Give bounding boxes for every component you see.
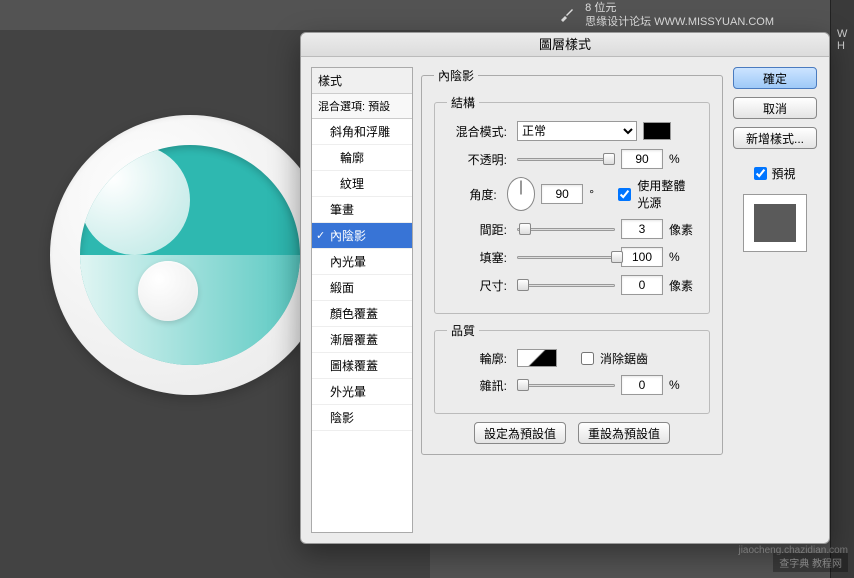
global-light-checkbox[interactable] (618, 188, 631, 201)
style-item-inner-shadow[interactable]: 內陰影 (312, 223, 412, 249)
distance-slider[interactable] (517, 222, 615, 236)
opacity-unit: % (669, 152, 697, 166)
height-label: H (837, 40, 848, 52)
quality-fieldset: 品質 輪廓: 消除鋸齒 雜訊: % (434, 322, 710, 414)
style-item-pattern-overlay[interactable]: 圖樣覆蓋 (312, 353, 412, 379)
angle-input[interactable] (541, 184, 583, 204)
style-item-contour[interactable]: 輪廓 (312, 145, 412, 171)
style-item-stroke[interactable]: 筆畫 (312, 197, 412, 223)
global-light-label: 使用整體光源 (637, 177, 697, 211)
opacity-input[interactable] (621, 149, 663, 169)
dialog-title: 圖層樣式 (301, 33, 829, 57)
contour-label: 輪廓: (447, 350, 507, 367)
style-item-gradient-overlay[interactable]: 漸層覆蓋 (312, 327, 412, 353)
choke-label: 填塞: (447, 249, 507, 266)
style-item-color-overlay[interactable]: 顏色覆蓋 (312, 301, 412, 327)
styles-list: 樣式 混合選項: 預設 斜角和浮雕 輪廓 紋理 筆畫 內陰影 內光暈 緞面 顏色… (311, 67, 413, 533)
style-item-texture[interactable]: 紋理 (312, 171, 412, 197)
structure-legend: 結構 (447, 94, 479, 111)
preview-checkbox[interactable] (754, 167, 767, 180)
size-unit: 像素 (669, 277, 697, 294)
structure-fieldset: 結構 混合模式: 正常 不透明: % 角度: (434, 94, 710, 314)
panel-title: 內陰影 (434, 67, 478, 84)
styles-header[interactable]: 樣式 (312, 68, 412, 94)
inner-shadow-fieldset: 內陰影 結構 混合模式: 正常 不透明: % 角 (421, 67, 723, 455)
settings-panel: 內陰影 結構 混合模式: 正常 不透明: % 角 (421, 67, 723, 533)
blend-mode-select[interactable]: 正常 (517, 121, 637, 141)
outer-circle (50, 115, 330, 395)
opacity-slider[interactable] (517, 152, 615, 166)
shadow-color-swatch[interactable] (643, 122, 671, 140)
preview-box (743, 194, 807, 252)
style-item-drop-shadow[interactable]: 陰影 (312, 405, 412, 431)
size-slider[interactable] (517, 278, 615, 292)
distance-label: 間距: (447, 221, 507, 238)
angle-label: 角度: (447, 186, 497, 203)
style-item-satin[interactable]: 緞面 (312, 275, 412, 301)
ok-button[interactable]: 確定 (733, 67, 817, 89)
angle-unit: ° (589, 187, 612, 201)
watermark-site: 查字典 教程网 (773, 553, 848, 572)
layer-style-dialog: 圖層樣式 樣式 混合選項: 預設 斜角和浮雕 輪廓 紋理 筆畫 內陰影 內光暈 … (300, 32, 830, 544)
small-white-circle (138, 261, 198, 321)
antialias-label: 消除鋸齒 (600, 350, 648, 367)
noise-slider[interactable] (517, 378, 615, 392)
noise-unit: % (669, 378, 697, 392)
artwork (40, 105, 340, 405)
preview-swatch (754, 204, 796, 242)
style-item-inner-glow[interactable]: 內光暈 (312, 249, 412, 275)
choke-slider[interactable] (517, 250, 615, 264)
blend-mode-label: 混合模式: (447, 123, 507, 140)
choke-unit: % (669, 250, 697, 264)
opacity-label: 不透明: (447, 151, 507, 168)
set-default-button[interactable]: 設定為預設值 (474, 422, 566, 444)
distance-input[interactable] (621, 219, 663, 239)
reset-default-button[interactable]: 重設為預設值 (578, 422, 670, 444)
style-item-bevel[interactable]: 斜角和浮雕 (312, 119, 412, 145)
right-dock: W H (830, 0, 854, 578)
forum-label: 思缘设计论坛 WWW.MISSYUAN.COM (585, 15, 774, 29)
bit-depth-label: 8 位元 (585, 1, 774, 15)
new-style-button[interactable]: 新增樣式... (733, 127, 817, 149)
blend-options-item[interactable]: 混合選項: 預設 (312, 94, 412, 119)
app-top-bar: 8 位元 思缘设计论坛 WWW.MISSYUAN.COM (0, 0, 854, 30)
size-label: 尺寸: (447, 277, 507, 294)
preview-label: 預視 (771, 165, 795, 182)
quality-legend: 品質 (447, 322, 479, 339)
dialog-buttons: 確定 取消 新增樣式... 預視 (731, 67, 819, 533)
brush-icon (557, 5, 577, 25)
teal-yin-yang (80, 145, 300, 365)
noise-label: 雜訊: (447, 377, 507, 394)
size-input[interactable] (621, 275, 663, 295)
antialias-checkbox[interactable] (581, 352, 594, 365)
distance-unit: 像素 (669, 221, 697, 238)
contour-picker[interactable] (517, 349, 557, 367)
style-item-outer-glow[interactable]: 外光暈 (312, 379, 412, 405)
angle-dial[interactable] (507, 177, 536, 211)
cancel-button[interactable]: 取消 (733, 97, 817, 119)
choke-input[interactable] (621, 247, 663, 267)
width-label: W (837, 28, 848, 40)
noise-input[interactable] (621, 375, 663, 395)
